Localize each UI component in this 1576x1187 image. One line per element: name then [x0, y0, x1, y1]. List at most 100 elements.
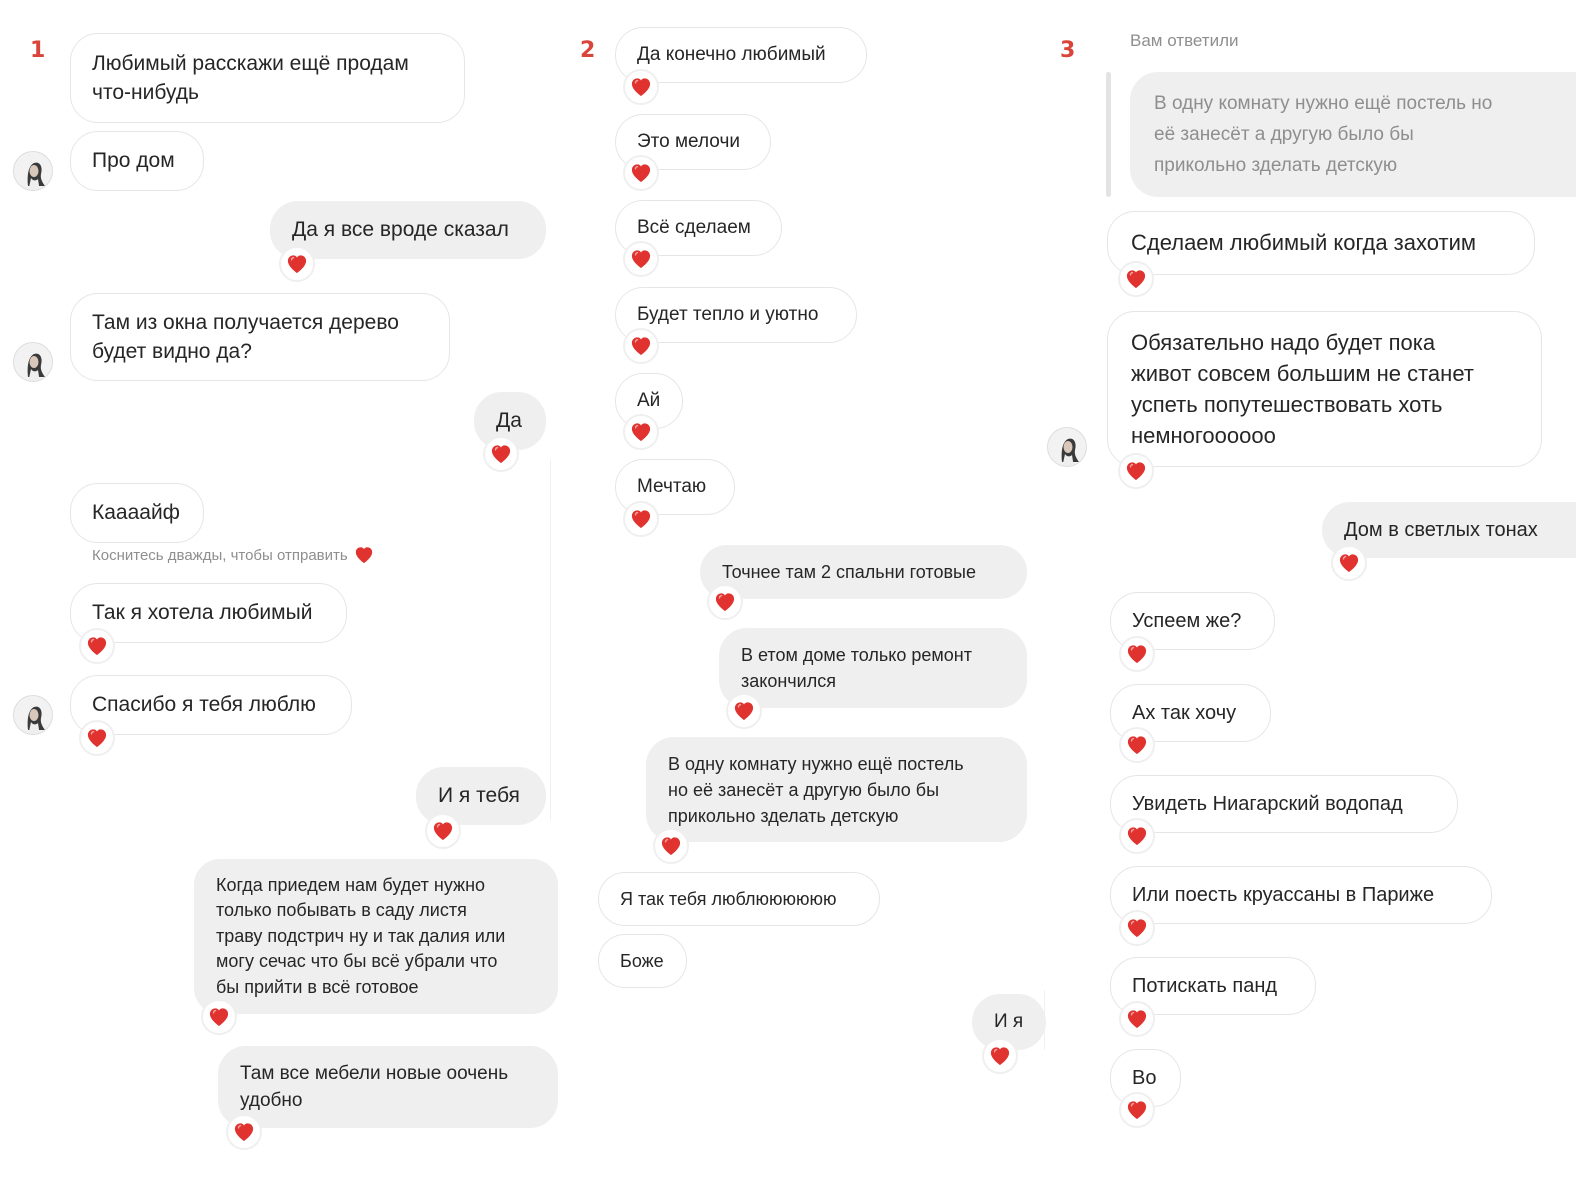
heart-icon — [433, 822, 453, 841]
heart-reaction[interactable] — [279, 246, 315, 282]
message-line: удобно — [240, 1090, 303, 1111]
heart-reaction[interactable] — [623, 501, 659, 537]
heart-reaction[interactable] — [1119, 636, 1155, 672]
heart-icon — [631, 78, 651, 97]
message-bubble[interactable]: Обязательно надо будет пока живот совсем… — [1107, 311, 1542, 467]
message-bubble[interactable]: Когда приедем нам будет нужно только поб… — [194, 859, 558, 1014]
heart-icon — [1127, 1101, 1147, 1120]
heart-icon — [87, 637, 107, 656]
heart-icon — [715, 593, 735, 612]
heart-reaction[interactable] — [483, 436, 519, 472]
message-bubble[interactable]: Там из окна получается дерево будет видн… — [70, 293, 450, 381]
heart-reaction[interactable] — [653, 828, 689, 864]
quoted-message[interactable]: В одну комнату нужно ещё постель но её з… — [1130, 72, 1576, 197]
message-bubble[interactable]: В етом доме только ремонт закончился — [719, 628, 1027, 708]
message-line: Любимый расскажи ещё продам — [92, 52, 409, 75]
avatar-icon — [14, 696, 52, 734]
message-line: живот совсем большим не станет — [1131, 361, 1474, 386]
column-divider — [550, 460, 551, 820]
avatar[interactable] — [13, 151, 53, 191]
message-text: Я так тебя люблюююююю — [620, 888, 837, 909]
message-line: Обязательно надо будет пока — [1131, 330, 1436, 355]
heart-reaction[interactable] — [623, 241, 659, 277]
message-text: Да конечно любимый — [637, 44, 826, 65]
heart-reaction[interactable] — [1119, 1092, 1155, 1128]
message-text: Спасибо я тебя люблю — [92, 693, 316, 716]
message-text: Боже — [620, 950, 664, 971]
message-bubble[interactable]: Да я все вроде сказал — [270, 201, 546, 259]
heart-icon — [1127, 919, 1147, 938]
message-text: Во — [1132, 1066, 1157, 1089]
message-bubble[interactable]: Боже — [598, 934, 687, 988]
message-line: траву подстрич ну и так далия или — [216, 925, 506, 946]
heart-icon — [990, 1047, 1010, 1066]
message-text: Там все мебели новые оочень удобно — [240, 1060, 508, 1114]
heart-reaction[interactable] — [623, 155, 659, 191]
message-line: только побывать в саду листя — [216, 900, 467, 921]
heart-icon — [1126, 270, 1146, 289]
message-text: Ай — [637, 390, 661, 411]
heart-icon — [734, 702, 754, 721]
message-bubble[interactable]: Я так тебя люблюююююю — [598, 872, 880, 926]
message-text: Или поесть круассаны в Париже — [1132, 883, 1435, 906]
message-bubble[interactable]: Увидеть Ниагарский водопад — [1110, 775, 1458, 833]
heart-reaction[interactable] — [1119, 818, 1155, 854]
heart-icon — [1339, 554, 1359, 573]
heart-icon — [631, 510, 651, 529]
heart-reaction[interactable] — [623, 414, 659, 450]
message-text: Да я все вроде сказал — [292, 218, 509, 241]
message-bubble[interactable]: Про дом — [70, 131, 204, 191]
heart-icon — [631, 164, 651, 183]
avatar[interactable] — [13, 695, 53, 735]
heart-reaction[interactable] — [726, 693, 762, 729]
heart-reaction[interactable] — [1119, 1001, 1155, 1037]
message-bubble[interactable]: Или поесть круассаны в Париже — [1110, 866, 1492, 924]
avatar-icon — [1048, 428, 1086, 466]
message-text: Ах так хочу — [1132, 701, 1237, 724]
heart-reaction[interactable] — [982, 1038, 1018, 1074]
message-text: Любимый расскажи ещё продам что-нибудь — [92, 49, 409, 107]
message-text: Да — [496, 409, 522, 432]
message-line: Там из окна получается дерево — [92, 311, 399, 334]
message-line: её занесёт а другую было бы — [1154, 124, 1414, 145]
heart-reaction[interactable] — [1118, 453, 1154, 489]
message-bubble[interactable]: В одну комнату нужно ещё постель но её з… — [646, 737, 1027, 842]
avatar[interactable] — [13, 342, 53, 382]
message-text: Потискать панд — [1132, 974, 1278, 997]
heart-reaction[interactable] — [623, 328, 659, 364]
heart-reaction[interactable] — [623, 69, 659, 105]
message-bubble[interactable]: Спасибо я тебя люблю — [70, 675, 352, 735]
heart-reaction[interactable] — [425, 813, 461, 849]
heart-reaction[interactable] — [1118, 261, 1154, 297]
heart-reaction[interactable] — [226, 1114, 262, 1150]
heart-reaction[interactable] — [79, 628, 115, 664]
message-text: Успеем же? — [1132, 609, 1242, 632]
message-text: Там из окна получается дерево будет видн… — [92, 308, 399, 366]
heart-reaction[interactable] — [1119, 727, 1155, 763]
heart-icon — [1127, 1010, 1147, 1029]
message-bubble[interactable]: Там все мебели новые оочень удобно — [218, 1046, 558, 1128]
message-bubble[interactable]: Каааайф — [70, 483, 204, 543]
hint-text: Коснитесь дважды, чтобы отправить — [92, 546, 348, 564]
heart-icon — [1127, 736, 1147, 755]
heart-icon — [661, 837, 681, 856]
heart-reaction[interactable] — [79, 720, 115, 756]
message-line: будет видно да? — [92, 340, 252, 363]
message-bubble[interactable]: Сделаем любимый когда захотим — [1107, 211, 1535, 275]
message-text: Дом в светлых тонах — [1344, 518, 1538, 541]
message-bubble[interactable]: Точнее там 2 спальни готовые — [700, 545, 1027, 599]
heart-reaction[interactable] — [1331, 545, 1367, 581]
heart-reaction[interactable] — [707, 584, 743, 620]
message-text: В етом доме только ремонт закончился — [741, 642, 972, 694]
message-text: Увидеть Ниагарский водопад — [1132, 792, 1403, 815]
avatar[interactable] — [1047, 427, 1087, 467]
heart-reaction[interactable] — [201, 999, 237, 1035]
message-text: Мечтаю — [637, 476, 707, 497]
message-line: Когда приедем нам будет нужно — [216, 874, 486, 895]
heart-reaction[interactable] — [1119, 910, 1155, 946]
message-text: И я — [994, 1011, 1024, 1032]
heart-icon — [631, 423, 651, 442]
message-bubble[interactable]: Так я хотела любимый — [70, 583, 347, 643]
message-line: бы прийти в всё готовое — [216, 976, 419, 997]
message-bubble[interactable]: Любимый расскажи ещё продам что-нибудь — [70, 33, 465, 123]
